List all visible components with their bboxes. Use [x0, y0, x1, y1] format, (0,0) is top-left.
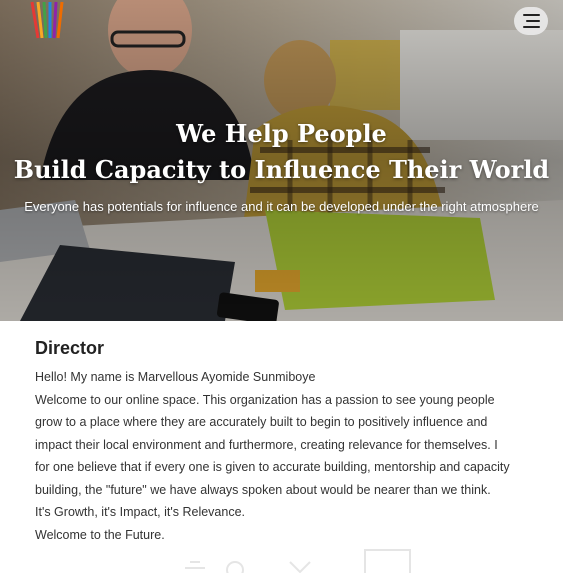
hero-subtitle: Everyone has potentials for influence an…	[24, 199, 539, 214]
message-line: for one believe that if every one is giv…	[35, 460, 510, 474]
message-line: building, the "future" we have always sp…	[35, 482, 491, 497]
message-line: Welcome to the Future.	[35, 527, 165, 542]
message-line: impact their local environment and furth…	[35, 437, 498, 452]
logo-icon[interactable]	[28, 0, 66, 42]
hero-title-line1: We Help People	[176, 119, 387, 148]
hamburger-menu-icon[interactable]	[514, 7, 548, 35]
hero-banner: We Help People Build Capacity to Influen…	[0, 0, 563, 321]
hero-title: We Help People Build Capacity to Influen…	[0, 116, 563, 188]
hero-title-line2: Build Capacity to Influence Their World	[13, 155, 550, 184]
message-line: grow to a place where they are accuratel…	[35, 415, 488, 429]
message-line: Hello! My name is Marvellous Ayomide Sun…	[35, 370, 316, 384]
decorative-watermark-icons	[185, 549, 411, 573]
message-line: It's Growth, it's Impact, it's Relevance…	[35, 505, 246, 519]
director-heading: Director	[35, 338, 105, 358]
director-message: Hello! My name is Marvellous Ayomide Sun…	[35, 366, 510, 546]
message-line: Welcome to our online space. This organi…	[35, 392, 495, 407]
director-section: Director Hello! My name is Marvellous Ay…	[35, 336, 510, 546]
